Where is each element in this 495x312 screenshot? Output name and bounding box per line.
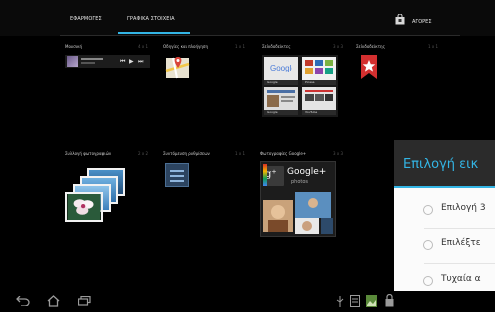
dialog-option-label: Τυχαία α <box>441 274 481 284</box>
track-title-placeholder <box>81 58 103 60</box>
bookmark-label: Google <box>267 110 278 114</box>
widget-title-music: Μουσική <box>65 44 82 49</box>
store-label: ΑΓΟΡΕΣ <box>412 19 432 25</box>
widget-size-music: 4 x 1 <box>138 44 148 49</box>
shopping-bag-icon <box>395 14 405 25</box>
flower-photo <box>65 192 103 222</box>
recent-apps-icon[interactable] <box>78 296 91 306</box>
widget-title-settings-shortcut: Συντόμευση ρυθμίσεων <box>163 151 210 156</box>
music-widget-preview[interactable]: ⏮ ▶ ⏭ <box>65 55 150 68</box>
photo-gallery-widget-preview[interactable] <box>65 168 135 230</box>
bookmark-thumb: Picasa <box>302 57 336 85</box>
widget-size-directions: 1 x 1 <box>235 44 245 49</box>
color-strip <box>263 164 267 186</box>
dialog-option[interactable]: Επιλέξτε <box>394 230 495 260</box>
settings-shortcut-icon[interactable] <box>165 163 189 187</box>
widget-size-google-plus-photos: 3 x 3 <box>333 151 343 156</box>
tab-selected-indicator <box>118 32 190 34</box>
previous-icon: ⏮ <box>120 58 126 65</box>
radio-button[interactable] <box>423 276 433 286</box>
top-action-bar: ΕΦΑΡΜΟΓΕΣ ΓΡΑΦΙΚΑ ΣΤΟΙΧΕΙΑ ΑΓΟΡΕΣ <box>0 0 495 36</box>
bookmark-thumb: Google Google <box>264 57 298 85</box>
google-plus-logo-icon: g⁺ <box>264 166 284 186</box>
bookmark-thumb: YouTube <box>302 87 336 115</box>
bookmark-thumb: Google <box>264 87 298 115</box>
bookmark-label: Picasa <box>305 80 315 84</box>
widget-size-bookmarks: 3 x 3 <box>333 44 343 49</box>
dialog-title: Επιλογή εικ <box>403 157 479 172</box>
usb-icon <box>336 296 344 307</box>
widget-title-bookmark: Σελιδοδείκτης <box>356 44 385 49</box>
bookmark-label: Google <box>267 80 278 84</box>
widget-title-google-plus-photos: Φωτογραφίες Google+ <box>260 151 307 156</box>
maps-navigation-icon[interactable] <box>165 55 190 80</box>
bookmark-label: YouTube <box>305 110 318 114</box>
photo-collage <box>263 192 333 234</box>
radio-button[interactable] <box>423 240 433 250</box>
bookmark-star-icon[interactable] <box>359 55 379 79</box>
dialog-title-divider <box>394 186 495 188</box>
widget-size-bookmark: 1 x 1 <box>428 44 438 49</box>
dialog-header: Επιλογή εικ <box>394 140 495 188</box>
select-image-dialog: Επιλογή εικ Επιλογή 3 Επιλέξτε Τυχαία α <box>394 140 495 312</box>
dialog-option[interactable]: Επιλογή 3 <box>394 195 495 225</box>
notification-icon <box>350 295 360 307</box>
google-plus-name: Google+ <box>287 167 327 177</box>
system-navigation-bar <box>0 291 495 312</box>
google-plus-sub: photos <box>291 179 309 185</box>
widget-size-gallery: 2 x 2 <box>138 151 148 156</box>
store-button[interactable]: ΑΓΟΡΕΣ <box>395 14 455 28</box>
back-icon[interactable] <box>16 296 30 306</box>
tab-divider <box>60 35 460 36</box>
dialog-divider <box>424 263 495 264</box>
bookmarks-widget-preview[interactable]: Google Google Picasa Google YouTube <box>262 55 338 117</box>
google-plus-photos-widget-preview[interactable]: g⁺ Google+ photos <box>260 161 336 237</box>
tab-apps[interactable]: ΕΦΑΡΜΟΓΕΣ <box>70 16 102 22</box>
widget-size-settings-shortcut: 1 x 1 <box>235 151 245 156</box>
dialog-option-label: Επιλογή 3 <box>441 203 486 213</box>
play-icon: ▶ <box>129 58 134 65</box>
radio-button[interactable] <box>423 205 433 215</box>
next-icon: ⏭ <box>138 58 144 65</box>
track-artist-placeholder <box>81 62 95 64</box>
widget-title-directions: Οδηγίες και πλοήγηση <box>163 44 208 49</box>
tab-widgets[interactable]: ΓΡΑΦΙΚΑ ΣΤΟΙΧΕΙΑ <box>127 16 175 22</box>
dialog-option-label: Επιλέξτε <box>441 238 481 248</box>
widget-title-gallery: Συλλογή φωτογραφιών <box>65 151 112 156</box>
svg-text:Google: Google <box>270 64 292 72</box>
google-logo: Google <box>270 64 292 72</box>
widget-title-bookmarks: Σελιδοδείκτες <box>262 44 291 49</box>
dialog-divider <box>424 228 495 229</box>
album-art <box>67 56 78 67</box>
home-icon[interactable] <box>47 295 60 307</box>
gallery-status-icon <box>366 295 377 307</box>
lock-icon <box>385 294 394 307</box>
